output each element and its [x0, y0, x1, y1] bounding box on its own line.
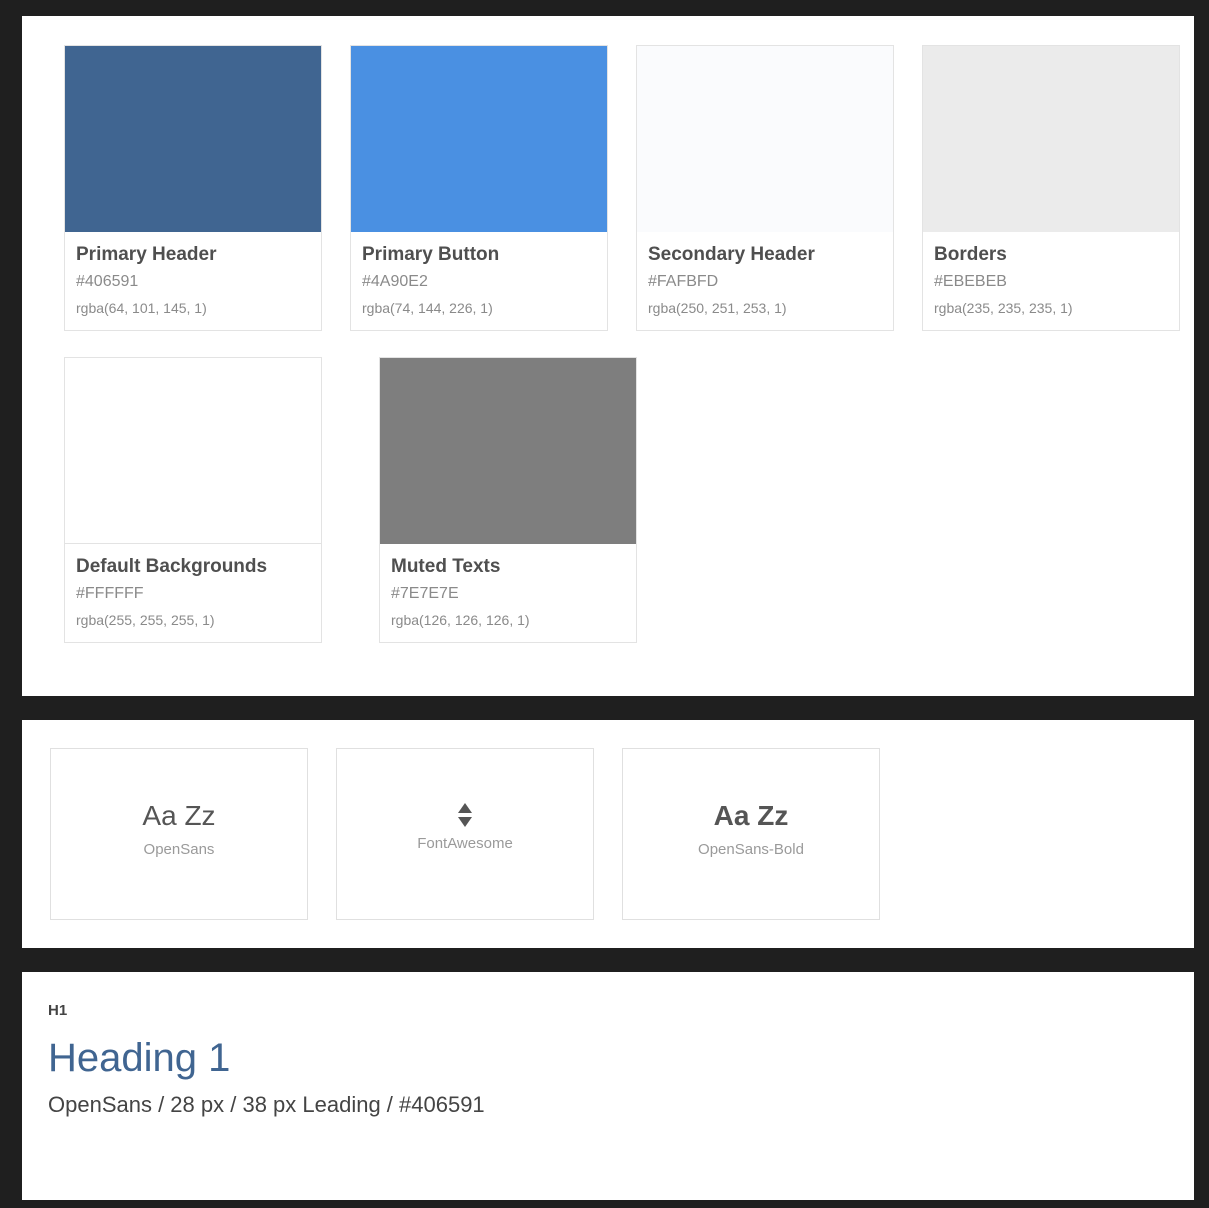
color-swatch [65, 358, 321, 544]
color-hex: #FAFBFD [648, 273, 719, 290]
color-name: Primary Button [362, 244, 500, 265]
color-hex: #7E7E7E [391, 585, 459, 602]
color-card-secondary-header: Secondary Header #FAFBFD rgba(250, 251, … [636, 45, 894, 331]
font-label: OpenSans [143, 841, 215, 858]
color-card-default-backgrounds: Default Backgrounds #FFFFFF rgba(255, 25… [64, 357, 322, 643]
color-hex: #4A90E2 [362, 273, 428, 290]
heading-level-tag: H1 [48, 1002, 68, 1019]
fonts-panel: Aa Zz OpenSans FontAwesome Aa Zz OpenSan… [22, 720, 1194, 948]
color-rgba: rgba(64, 101, 145, 1) [76, 300, 207, 316]
color-card-muted-texts: Muted Texts #7E7E7E rgba(126, 126, 126, … [379, 357, 637, 643]
font-card-opensans-bold: Aa Zz OpenSans-Bold [622, 748, 880, 920]
color-card-primary-header: Primary Header #406591 rgba(64, 101, 145… [64, 45, 322, 331]
color-rgba: rgba(250, 251, 253, 1) [648, 300, 787, 316]
color-card-primary-button: Primary Button #4A90E2 rgba(74, 144, 226… [350, 45, 608, 331]
color-swatch [637, 46, 893, 232]
heading-spec: OpenSans / 28 px / 38 px Leading / #4065… [48, 1092, 485, 1117]
color-name: Muted Texts [391, 556, 501, 577]
font-label: OpenSans-Bold [698, 841, 804, 858]
heading-sample: Heading 1 [48, 1036, 231, 1080]
color-hex: #FFFFFF [76, 585, 144, 602]
color-swatch [923, 46, 1179, 232]
color-name: Borders [934, 244, 1007, 265]
font-sample: Aa Zz [142, 800, 216, 831]
color-name: Default Backgrounds [76, 556, 268, 577]
font-label: FontAwesome [417, 835, 513, 852]
color-rgba: rgba(235, 235, 235, 1) [934, 300, 1073, 316]
color-palette-panel: Primary Header #406591 rgba(64, 101, 145… [22, 16, 1194, 696]
color-rgba: rgba(74, 144, 226, 1) [362, 300, 493, 316]
color-name: Secondary Header [648, 244, 815, 265]
font-card-opensans: Aa Zz OpenSans [50, 748, 308, 920]
sort-icon [458, 803, 472, 827]
color-card-borders: Borders #EBEBEB rgba(235, 235, 235, 1) [922, 45, 1180, 331]
font-sample: Aa Zz [713, 800, 789, 831]
color-hex: #406591 [76, 273, 139, 290]
color-name: Primary Header [76, 244, 217, 265]
color-rgba: rgba(255, 255, 255, 1) [76, 612, 215, 628]
font-card-fontawesome: FontAwesome [336, 748, 594, 920]
color-hex: #EBEBEB [934, 273, 1007, 290]
color-swatch [380, 358, 636, 544]
color-swatch [351, 46, 607, 232]
color-rgba: rgba(126, 126, 126, 1) [391, 612, 530, 628]
color-swatch [65, 46, 321, 232]
typography-panel: H1 Heading 1 OpenSans / 28 px / 38 px Le… [22, 972, 1194, 1200]
